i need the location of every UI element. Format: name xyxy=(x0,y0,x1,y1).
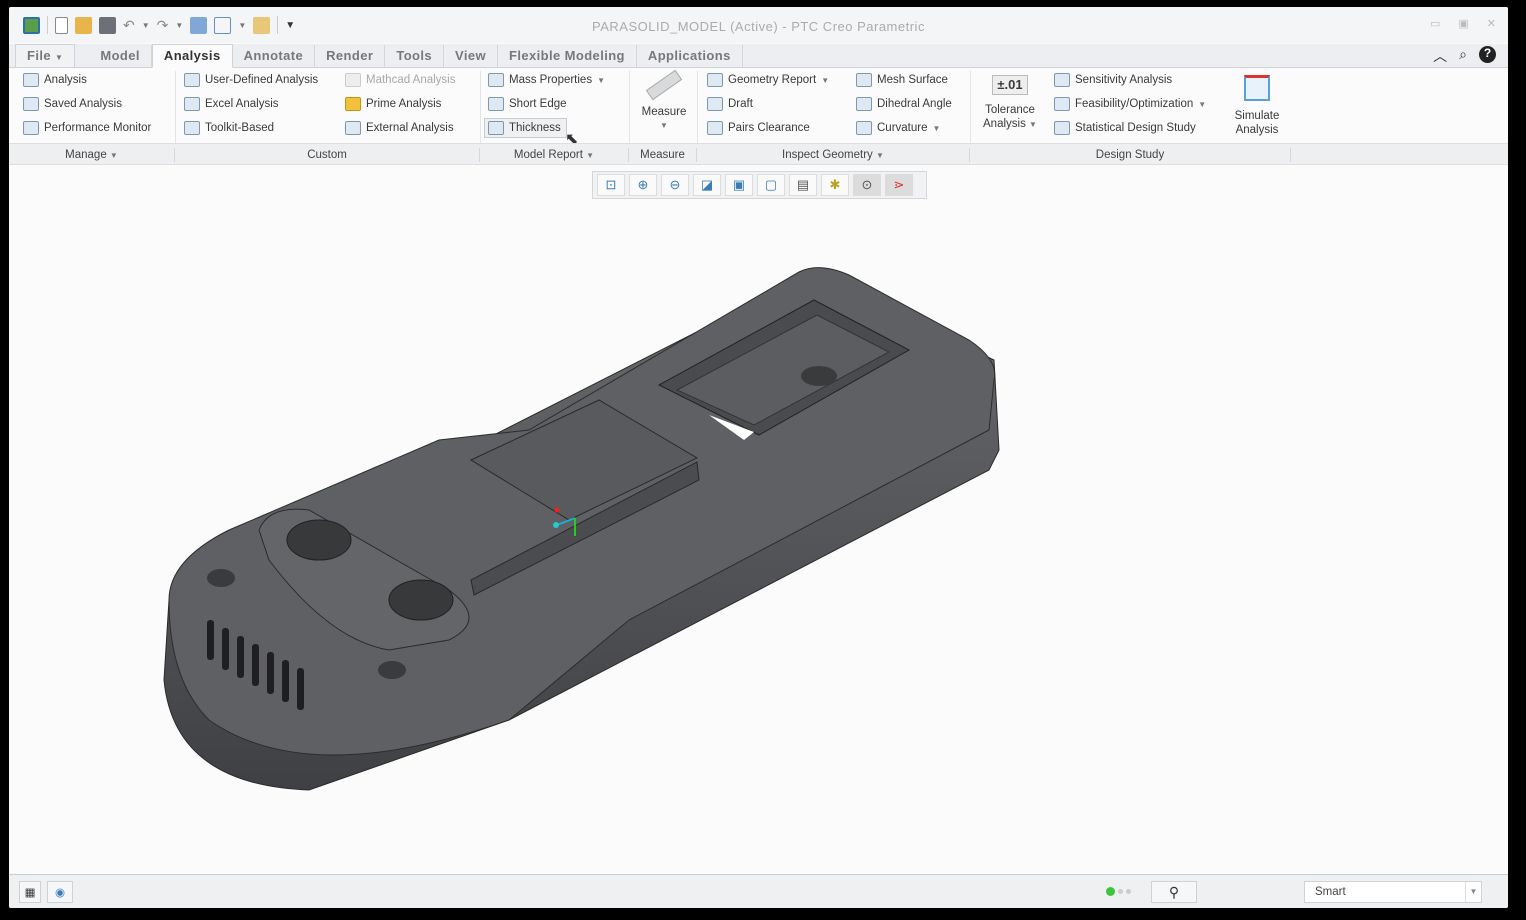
draft-button[interactable]: Draft xyxy=(707,97,753,111)
zoom-out-icon[interactable]: ⊖ xyxy=(661,174,689,196)
group-design-study: Design Study xyxy=(970,148,1291,162)
dihedral-angle-button[interactable]: Dihedral Angle xyxy=(856,97,952,111)
tolerance-icon: ±.01 xyxy=(992,75,1028,95)
ribbon: Analysis Saved Analysis Performance Moni… xyxy=(9,69,1508,165)
tab-tools[interactable]: Tools xyxy=(385,45,445,67)
excel-analysis-button[interactable]: Excel Analysis xyxy=(184,97,279,111)
ribbon-tabs: File ▼ Model Analysis Annotate Render To… xyxy=(9,44,1508,68)
pairs-clearance-icon xyxy=(707,121,723,135)
repaint-icon[interactable]: ◪ xyxy=(693,174,721,196)
group-model-report[interactable]: Model Report ▼ xyxy=(480,148,629,162)
dihedral-angle-icon xyxy=(856,97,872,111)
mass-properties-icon xyxy=(488,73,504,87)
view-manager-icon[interactable]: ▤ xyxy=(789,174,817,196)
chevron-down-icon[interactable]: ▼ xyxy=(1465,882,1481,902)
performance-monitor-button[interactable]: Performance Monitor xyxy=(23,121,151,135)
ribbon-group-labels: Manage ▼ Custom Model Report ▼ Measure I… xyxy=(9,143,1508,165)
curvature-icon xyxy=(856,121,872,135)
refit-icon[interactable]: ⊡ xyxy=(597,174,625,196)
display-style-icon[interactable]: ▣ xyxy=(725,174,753,196)
excel-icon xyxy=(184,97,200,111)
user-defined-analysis-icon xyxy=(184,73,200,87)
tab-annotate[interactable]: Annotate xyxy=(233,45,316,67)
tab-analysis[interactable]: Analysis xyxy=(151,44,233,68)
curvature-button[interactable]: Curvature ▼ xyxy=(856,121,940,135)
statistical-design-icon xyxy=(1054,121,1070,135)
selection-filter-dropdown[interactable]: Smart ▼ xyxy=(1304,881,1482,903)
pairs-clearance-button[interactable]: Pairs Clearance xyxy=(707,121,810,135)
tolerance-analysis-button[interactable]: ±.01 Tolerance Analysis ▼ xyxy=(975,73,1045,132)
tab-flexible-modeling[interactable]: Flexible Modeling xyxy=(498,45,637,67)
browser-toggle-icon[interactable]: ◉ xyxy=(47,881,73,903)
analysis-icon xyxy=(23,73,39,87)
maximize-button[interactable]: ▣ xyxy=(1458,17,1468,30)
performance-monitor-icon xyxy=(23,121,39,135)
short-edge-button[interactable]: Short Edge xyxy=(488,97,567,111)
help-icon[interactable]: ? xyxy=(1479,46,1496,63)
graphics-area[interactable] xyxy=(9,200,1508,874)
geometry-report-button[interactable]: Geometry Report ▼ xyxy=(707,73,829,87)
regen-status-indicator xyxy=(1106,887,1131,896)
saved-orientations-icon[interactable]: ▢ xyxy=(757,174,785,196)
app-window: ↶ ▼ ↷ ▼ ▼ ▼ PARASOLID_MODEL (Active) - PTC… xyxy=(9,7,1508,908)
prime-analysis-button[interactable]: Prime Analysis xyxy=(345,97,441,111)
prime-icon xyxy=(345,97,361,111)
mesh-surface-button[interactable]: Mesh Surface xyxy=(856,73,948,87)
search-icon[interactable]: ⌕ xyxy=(1459,46,1467,66)
ruler-icon xyxy=(645,69,683,101)
title-bar: ↶ ▼ ↷ ▼ ▼ ▼ PARASOLID_MODEL (Active) - PTC… xyxy=(9,7,1508,43)
minimize-ribbon-icon[interactable]: ︿ xyxy=(1433,46,1447,66)
group-inspect-geometry[interactable]: Inspect Geometry ▼ xyxy=(697,148,970,162)
tab-render[interactable]: Render xyxy=(315,45,386,67)
navigator-toggle-icon[interactable]: ▦ xyxy=(19,881,41,903)
simulate-analysis-button[interactable]: Simulate Analysis xyxy=(1227,71,1287,137)
zoom-in-icon[interactable]: ⊕ xyxy=(629,174,657,196)
graphics-toolbar: ⊡ ⊕ ⊖ ◪ ▣ ▢ ▤ ✱ ⊙ ⋗ xyxy=(592,171,927,199)
window-title: PARASOLID_MODEL (Active) - PTC Creo Para… xyxy=(592,19,925,34)
geometry-report-icon xyxy=(707,73,723,87)
mass-properties-button[interactable]: Mass Properties ▼ xyxy=(488,73,605,87)
tab-file[interactable]: File ▼ xyxy=(15,44,76,67)
measure-button[interactable]: Measure ▼ xyxy=(635,69,693,133)
sensitivity-analysis-button[interactable]: Sensitivity Analysis xyxy=(1054,73,1172,87)
status-bar: ▦ ◉ ⚲ Smart ▼ xyxy=(9,874,1508,908)
annotation-display-icon[interactable]: ⋗ xyxy=(885,174,913,196)
feasibility-icon xyxy=(1054,97,1070,111)
group-manage[interactable]: Manage ▼ xyxy=(9,148,175,162)
sensitivity-icon xyxy=(1054,73,1070,87)
tab-view[interactable]: View xyxy=(444,45,499,67)
spin-center-icon[interactable]: ⊙ xyxy=(853,174,881,196)
thickness-icon xyxy=(488,121,504,135)
saved-analysis-button[interactable]: Saved Analysis xyxy=(23,97,122,111)
toolkit-icon xyxy=(184,121,200,135)
feasibility-optimization-button[interactable]: Feasibility/Optimization ▼ xyxy=(1054,97,1206,111)
datum-display-icon[interactable]: ✱ xyxy=(821,174,849,196)
tab-applications[interactable]: Applications xyxy=(637,45,743,67)
toolkit-based-button[interactable]: Toolkit-Based xyxy=(184,121,274,135)
minimize-button[interactable]: ▭ xyxy=(1430,17,1440,30)
external-analysis-button[interactable]: External Analysis xyxy=(345,121,454,135)
group-custom: Custom xyxy=(175,148,480,162)
find-binoculars-icon[interactable]: ⚲ xyxy=(1151,881,1197,903)
short-edge-icon xyxy=(488,97,504,111)
draft-icon xyxy=(707,97,723,111)
close-button[interactable]: ✕ xyxy=(1487,17,1496,30)
mathcad-icon xyxy=(345,73,361,87)
external-analysis-icon xyxy=(345,121,361,135)
thickness-button[interactable]: Thickness xyxy=(484,118,567,138)
statistical-design-study-button[interactable]: Statistical Design Study xyxy=(1054,121,1196,135)
tab-model[interactable]: Model xyxy=(89,45,152,67)
simulate-icon xyxy=(1244,75,1270,101)
mathcad-analysis-button: Mathcad Analysis xyxy=(345,73,456,87)
mesh-surface-icon xyxy=(856,73,872,87)
saved-analysis-icon xyxy=(23,97,39,111)
part-model[interactable] xyxy=(9,200,1508,874)
user-defined-analysis-button[interactable]: User-Defined Analysis xyxy=(184,73,318,87)
group-measure: Measure xyxy=(629,148,697,162)
analysis-button[interactable]: Analysis xyxy=(23,73,87,87)
